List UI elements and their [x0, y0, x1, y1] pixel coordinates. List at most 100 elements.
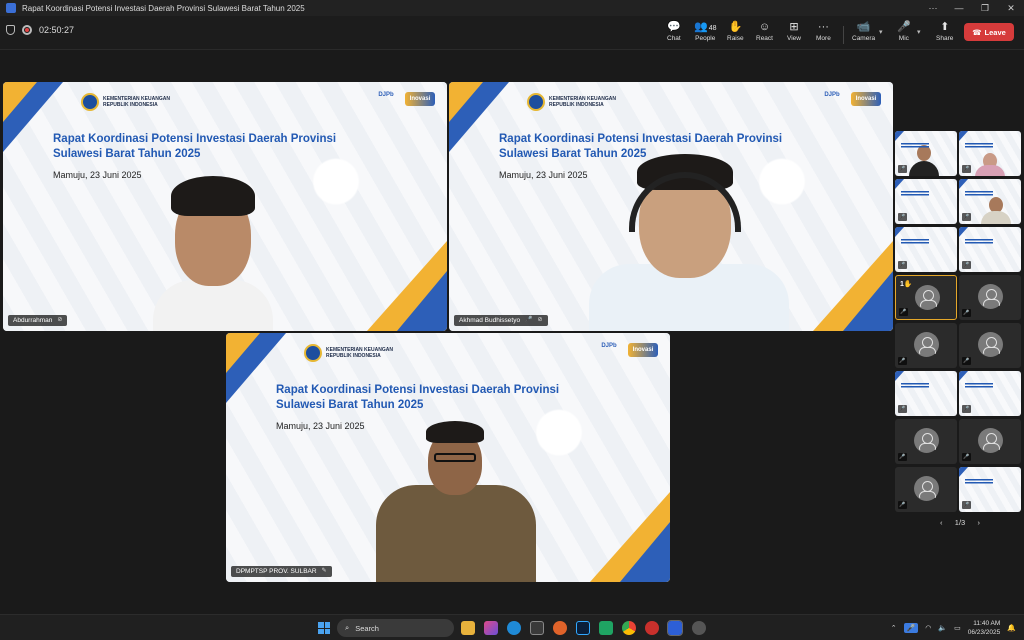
pin-icon: ✎ — [321, 568, 327, 574]
window-controls: ··· — ❐ ✕ — [920, 0, 1024, 16]
ministry-seal-icon — [527, 93, 545, 111]
mic-in-use-icon[interactable]: 🎤 — [903, 623, 919, 633]
react-button[interactable]: ☺ React — [756, 20, 773, 48]
raise-hand-button[interactable]: ✋ Raise — [727, 20, 744, 48]
participant-name: Akhmad Budhissetyo — [459, 317, 521, 324]
mic-button[interactable]: 🎤 Mic — [897, 20, 911, 48]
camera-label: Camera — [852, 35, 876, 42]
leave-button[interactable]: ☎ Leave — [964, 23, 1014, 41]
maximize-button[interactable]: ❐ — [972, 0, 998, 16]
mic-muted-icon: 🎤 — [962, 213, 971, 221]
gallery-tile[interactable]: 🎤 — [959, 419, 1021, 464]
people-button[interactable]: 👥48 People — [694, 20, 717, 48]
ministry-logo: KEMENTERIAN KEUANGAN REPUBLIK INDONESIA — [527, 93, 616, 111]
close-button[interactable]: ✕ — [998, 0, 1024, 16]
gallery-tile[interactable]: 🎤 — [895, 131, 957, 176]
camera-button[interactable]: 📹 Camera — [852, 20, 875, 48]
file-explorer-icon[interactable] — [461, 621, 475, 635]
gallery-tile[interactable]: 🎤 — [959, 467, 1021, 512]
previous-page-chevron-icon[interactable]: ‹ — [940, 518, 943, 527]
inovasi-logo: Inovasi — [405, 92, 435, 106]
slide-date: Mamuju, 23 Juni 2025 — [499, 170, 588, 180]
app-icon — [6, 3, 16, 13]
chat-label: Chat — [667, 35, 681, 42]
mic-muted-icon: 🎤 — [962, 501, 971, 509]
raise-hand-icon: ✋ — [728, 21, 743, 33]
avatar-icon — [914, 332, 939, 357]
windows-start-icon[interactable] — [318, 622, 330, 634]
gallery-tile[interactable]: 🎤 — [959, 323, 1021, 368]
mic-label: Mic — [898, 35, 909, 42]
view-button[interactable]: ⊞ View — [787, 20, 801, 48]
chrome-icon[interactable] — [622, 621, 636, 635]
gallery-tile[interactable]: 🎤 — [959, 227, 1021, 272]
edge-icon[interactable] — [507, 621, 521, 635]
gallery-tile[interactable]: 🎤 — [959, 371, 1021, 416]
gallery-tile[interactable]: 🎤 — [895, 179, 957, 224]
ministry-country: REPUBLIK INDONESIA — [549, 102, 604, 108]
camera-off-icon: ⊘ — [537, 317, 543, 323]
camera-options-chevron-icon[interactable]: ▾ — [879, 28, 883, 36]
gallery-tile[interactable]: 🎤 — [959, 275, 1021, 320]
mic-muted-icon: 🎤 — [962, 453, 971, 461]
wifi-icon[interactable]: ◠ — [925, 624, 931, 632]
video-tile[interactable]: KEMENTERIAN KEUANGAN REPUBLIK INDONESIA D… — [226, 333, 670, 582]
system-clock[interactable]: 11:40 AM 06/23/2025 — [968, 619, 1001, 637]
firefox-icon[interactable] — [553, 621, 567, 635]
partner-logos: DJPb Inovasi — [598, 343, 658, 359]
mic-muted-icon: 🎤 — [898, 453, 907, 461]
view-label: View — [787, 35, 801, 42]
partner-logos: DJPb Inovasi — [375, 92, 435, 108]
copilot-icon[interactable] — [484, 621, 498, 635]
mic-options-chevron-icon[interactable]: ▾ — [917, 28, 921, 36]
notification-bell-icon[interactable]: 🔔 — [1007, 624, 1016, 632]
mic-muted-icon: 🎤 — [898, 261, 907, 269]
next-page-chevron-icon[interactable]: › — [978, 518, 981, 527]
chevron-up-icon[interactable]: ⌃ — [891, 624, 897, 632]
zoom-app-icon[interactable] — [667, 620, 683, 636]
gallery-tile[interactable]: 🎤 — [895, 419, 957, 464]
store-icon[interactable] — [530, 621, 544, 635]
slide-title: Rapat Koordinasi Potensi Investasi Daera… — [53, 133, 337, 160]
battery-icon[interactable]: ▭ — [954, 624, 961, 632]
avatar-icon — [978, 284, 1003, 309]
mic-muted-icon: 🎤 — [899, 308, 908, 316]
security-shield-icon[interactable] — [6, 25, 15, 35]
ministry-country: REPUBLIK INDONESIA — [103, 102, 158, 108]
sheets-icon[interactable] — [599, 621, 613, 635]
gallery-tile[interactable]: 🎤 — [895, 227, 957, 272]
gallery-tile[interactable]: 🎤 — [959, 131, 1021, 176]
window-title: Rapat Koordinasi Potensi Investasi Daera… — [22, 3, 305, 13]
raised-hand-badge: 1✋ — [900, 281, 913, 288]
react-icon: ☺ — [758, 21, 771, 33]
settings-gear-icon[interactable] — [692, 621, 706, 635]
video-tile[interactable]: KEMENTERIAN KEUANGAN REPUBLIK INDONESIA D… — [449, 82, 893, 331]
title-bar: Rapat Koordinasi Potensi Investasi Daera… — [0, 0, 1024, 16]
media-player-icon[interactable] — [645, 621, 659, 635]
chat-button[interactable]: 💬 Chat — [667, 20, 681, 48]
gallery-tile[interactable]: 🎤 — [959, 179, 1021, 224]
more-button[interactable]: ··· More — [816, 20, 831, 48]
photoshop-icon[interactable] — [576, 621, 590, 635]
volume-icon[interactable]: 🔈 — [938, 624, 947, 632]
more-options-icon[interactable]: ··· — [920, 0, 946, 16]
participant-video — [589, 144, 789, 331]
taskbar: ⌕ Search ⌃ 🎤 ◠ 🔈 ▭ 11:40 AM 06/23/2025 🔔 — [0, 614, 1024, 640]
people-count: 48 — [708, 25, 717, 32]
gallery-tile[interactable]: 🎤 — [895, 323, 957, 368]
gallery-tile[interactable]: 🎤 — [895, 371, 957, 416]
clock-time: 11:40 AM — [973, 620, 1001, 627]
participant-name: Abdurrahman — [13, 317, 53, 324]
meeting-timer: 02:50:27 — [39, 25, 75, 35]
gallery-tile-raised-hand[interactable]: 1✋ 🎤 — [895, 275, 957, 320]
mic-muted-icon: 🎤 — [962, 357, 971, 365]
page-indicator: 1/3 — [954, 518, 966, 527]
gallery-tile[interactable]: 🎤 — [895, 467, 957, 512]
taskbar-search[interactable]: ⌕ Search — [337, 619, 454, 637]
minimize-button[interactable]: — — [946, 0, 972, 16]
meeting-toolbar: 02:50:27 💬 Chat 👥48 People ✋ Raise ☺ Rea… — [0, 16, 1024, 50]
share-button[interactable]: ⬆ Share — [936, 20, 953, 48]
video-tile[interactable]: KEMENTERIAN KEUANGAN REPUBLIK INDONESIA D… — [3, 82, 447, 331]
slide-date: Mamuju, 23 Juni 2025 — [53, 170, 142, 180]
chat-icon: 💬 — [667, 21, 681, 33]
